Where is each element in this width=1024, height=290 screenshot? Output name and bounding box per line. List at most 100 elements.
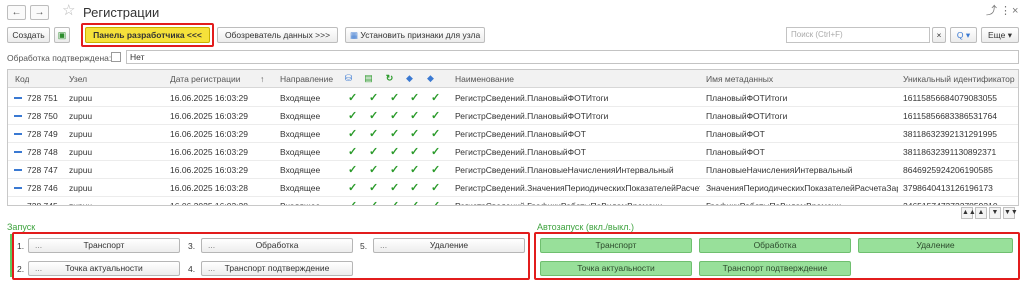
check-icon: ✓ (431, 128, 441, 140)
table-row[interactable]: 728 751 zupuu 16.06.2025 16:03:29 Входящее ✓… (8, 89, 1018, 107)
registrations-table: Код Узел Дата регистрации ↑ Направление … (7, 69, 1019, 206)
scroll-bottom-button[interactable]: ▼▼ (1003, 207, 1018, 219)
cell-uid: 16115856683386531764 (903, 111, 997, 121)
cell-node: zupuu (69, 93, 93, 103)
close-icon[interactable]: × (1012, 5, 1018, 17)
create-button[interactable]: Создать (7, 27, 50, 43)
search-button[interactable]: Q ▾ (950, 27, 977, 43)
scroll-up-button[interactable]: ▲ (975, 207, 987, 219)
column-download-icon[interactable]: ◆ (426, 74, 435, 83)
cell-direction: Входящее (280, 111, 321, 121)
launch-delete-button[interactable]: ... Удаление (373, 238, 525, 253)
save-icon[interactable]: ▣ (54, 27, 70, 43)
cell-name: РегистрСведений.ЗначенияПериодическихПок… (455, 183, 700, 193)
launch-transport-confirm-button[interactable]: ... Транспорт подтверждение (201, 261, 353, 276)
cell-direction: Входящее (280, 129, 321, 139)
cell-metadata: ЗначенияПериодическихПоказателейРасчетаЗ… (706, 183, 898, 193)
processed-checkbox[interactable] (111, 52, 121, 62)
column-metadata[interactable]: Имя метаданных (706, 74, 773, 84)
grid-icon: ▦ (350, 30, 361, 40)
cell-uid: 16115856684079083055 (903, 93, 997, 103)
auto-delete-toggle[interactable]: Удаление (858, 238, 1013, 253)
launch-processing-button[interactable]: ... Обработка (201, 238, 353, 253)
check-icon: ✓ (369, 200, 379, 206)
link-icon[interactable]: ⤴ (986, 5, 997, 17)
column-upload-icon[interactable]: ◆ (405, 74, 414, 83)
cell-name: РегистрСведений.ПлановыйФОТИтоги (455, 93, 609, 103)
auto-transport-toggle[interactable]: Транспорт (540, 238, 692, 253)
data-browser-button[interactable]: Обозреватель данных >>> (217, 27, 338, 43)
cell-name: РегистрСведений.ПлановыйФОТ (455, 129, 586, 139)
cell-date: 16.06.2025 16:03:29 (170, 165, 248, 175)
column-doc-icon[interactable]: ▤ (364, 74, 373, 83)
more-button[interactable]: Еще ▾ (981, 27, 1019, 43)
column-direction[interactable]: Направление (280, 74, 333, 84)
launch-num-2: 2. (17, 264, 25, 274)
back-button[interactable]: ← (7, 5, 26, 20)
check-icon: ✓ (390, 128, 400, 140)
launch-section-title: Запуск (7, 222, 36, 232)
launch-actuality-button[interactable]: ... Точка актуальности (28, 261, 180, 276)
check-icon: ✓ (410, 164, 420, 176)
check-icon: ✓ (369, 182, 379, 194)
column-refresh-icon[interactable]: ↻ (385, 74, 394, 83)
forward-button[interactable]: → (30, 5, 49, 20)
check-icon: ✓ (390, 146, 400, 158)
more-icon[interactable]: ⋮ (1000, 5, 1011, 17)
check-icon: ✓ (410, 200, 420, 206)
record-marker-icon (14, 133, 22, 135)
cell-direction: Входящее (280, 183, 321, 193)
column-uid[interactable]: Уникальный идентификатор (903, 74, 1015, 84)
table-row[interactable]: 728 745 zupuu 16.06.2025 16:03:28 Входящее ✓… (8, 197, 1018, 206)
table-header: Код Узел Дата регистрации ↑ Направление … (8, 70, 1018, 88)
check-icon: ✓ (369, 110, 379, 122)
dev-panel-button[interactable]: Панель разработчика <<< (85, 27, 210, 43)
favorite-star-icon[interactable]: ☆ (62, 3, 75, 18)
back-arrow-icon: ← (11, 7, 22, 18)
cell-direction: Входящее (280, 93, 321, 103)
column-nodes-icon[interactable]: ⛁ (344, 74, 353, 83)
column-code[interactable]: Код (15, 74, 29, 84)
cell-date: 16.06.2025 16:03:28 (170, 183, 248, 193)
cell-uid: 38118632391130892371 (903, 147, 997, 157)
auto-processing-toggle[interactable]: Обработка (699, 238, 851, 253)
record-marker-icon (14, 115, 22, 117)
cell-metadata: ПлановыйФОТ (706, 129, 765, 139)
check-icon: ✓ (348, 92, 358, 104)
check-icon: ✓ (348, 164, 358, 176)
auto-transport-confirm-toggle[interactable]: Транспорт подтверждение (699, 261, 851, 276)
column-name[interactable]: Наименование (455, 74, 514, 84)
launch-num-4: 4. (188, 264, 196, 274)
table-row[interactable]: 728 746 zupuu 16.06.2025 16:03:28 Входящее ✓… (8, 179, 1018, 197)
check-icon: ✓ (369, 146, 379, 158)
table-row[interactable]: 728 749 zupuu 16.06.2025 16:03:29 Входящее ✓… (8, 125, 1018, 143)
column-node[interactable]: Узел (69, 74, 87, 84)
check-icon: ✓ (369, 92, 379, 104)
page-title: Регистрации (83, 5, 160, 20)
check-icon: ✓ (410, 128, 420, 140)
table-row[interactable]: 728 748 zupuu 16.06.2025 16:03:29 Входящее ✓… (8, 143, 1018, 161)
search-input[interactable]: Поиск (Ctrl+F) (786, 27, 930, 43)
auto-actuality-toggle[interactable]: Точка актуальности (540, 261, 692, 276)
filter-label: Обработка подтверждена: (7, 53, 112, 63)
table-row[interactable]: 728 747 zupuu 16.06.2025 16:03:29 Входящее ✓… (8, 161, 1018, 179)
cell-name: РегистрСведений.ПлановыйФОТ (455, 147, 586, 157)
processed-filter-field[interactable]: Нет (126, 50, 1019, 64)
scroll-down-button[interactable]: ▼ (989, 207, 1001, 219)
cell-metadata: ПлановыйФОТИтоги (706, 93, 788, 103)
cell-metadata: ПлановыйФОТ (706, 147, 765, 157)
check-icon: ✓ (410, 92, 420, 104)
sort-arrow-icon: ↑ (260, 74, 265, 84)
cell-code: 728 746 (27, 183, 58, 193)
scroll-top-button[interactable]: ▲▲ (961, 207, 976, 219)
set-node-flags-button[interactable]: ▦ Установить признаки для узла (345, 27, 485, 43)
clear-search-button[interactable]: × (932, 27, 946, 43)
column-date[interactable]: Дата регистрации (170, 74, 240, 84)
cell-date: 16.06.2025 16:03:28 (170, 201, 248, 206)
cell-metadata: ПлановыеНачисленияИнтервальный (706, 165, 853, 175)
check-icon: ✓ (431, 146, 441, 158)
launch-num-1: 1. (17, 241, 25, 251)
table-row[interactable]: 728 750 zupuu 16.06.2025 16:03:29 Входящее ✓… (8, 107, 1018, 125)
check-icon: ✓ (369, 128, 379, 140)
launch-transport-button[interactable]: ... Транспорт (28, 238, 180, 253)
